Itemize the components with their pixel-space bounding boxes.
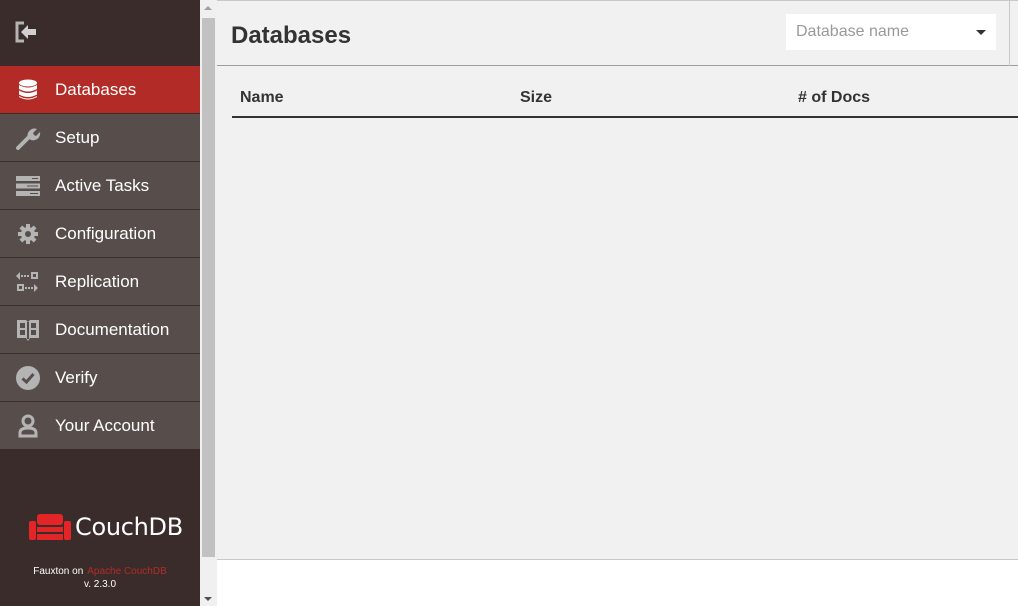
version-label: v. 2.3.0: [83, 579, 117, 590]
sidebar-item-label: Replication: [55, 271, 140, 291]
user-icon: [0, 414, 55, 438]
footer-pane: [217, 559, 1018, 606]
server-icon: [0, 175, 55, 197]
sidebar-item-documentation[interactable]: Documentation: [0, 306, 200, 354]
sign-out-icon: [15, 21, 36, 43]
sidebar-item-label: Configuration: [55, 223, 157, 243]
sidebar-item-label: Active Tasks: [55, 175, 150, 195]
sidebar-item-active-tasks[interactable]: Active Tasks: [0, 162, 200, 210]
sidebar-item-label: Databases: [55, 79, 137, 99]
header-divider: [1009, 1, 1010, 66]
app: Databases Setup Active Tasks Configurati…: [0, 0, 1018, 606]
main-content: Databases Database name Name Size # of D…: [217, 0, 1018, 606]
column-header-size[interactable]: Size: [520, 89, 552, 107]
databases-table-header: Name Size # of Docs: [232, 86, 1018, 118]
sidebar-item-verify[interactable]: Verify: [0, 354, 200, 402]
sidebar-scrollbar[interactable]: [200, 0, 217, 606]
column-header-docs[interactable]: # of Docs: [798, 89, 870, 107]
sidebar-item-label: Verify: [55, 367, 98, 387]
wrench-icon: [0, 125, 55, 151]
sidebar-item-label: Setup: [55, 127, 100, 147]
column-header-name[interactable]: Name: [240, 89, 284, 107]
sidebar-item-your-account[interactable]: Your Account: [0, 402, 200, 450]
apache-couchdb-link[interactable]: Apache CouchDB: [87, 566, 167, 577]
sidebar-item-label: Your Account: [55, 415, 155, 435]
check-circle-icon: [0, 365, 55, 390]
sidebar-item-databases[interactable]: Databases: [0, 66, 200, 114]
sidebar-nav: Databases Setup Active Tasks Configurati…: [0, 66, 200, 450]
page-title: Databases: [231, 22, 352, 49]
sidebar: Databases Setup Active Tasks Configurati…: [0, 0, 200, 606]
scrollbar-thumb[interactable]: [202, 18, 215, 557]
scroll-up-arrow-icon[interactable]: [204, 6, 212, 10]
collapse-sidebar-button[interactable]: [14, 21, 42, 45]
sidebar-item-configuration[interactable]: Configuration: [0, 210, 200, 258]
database-icon: [0, 79, 55, 101]
replication-icon: [0, 271, 55, 293]
sidebar-item-setup[interactable]: Setup: [0, 114, 200, 162]
sidebar-item-label: Documentation: [55, 319, 170, 339]
footer-prefix: Fauxton on: [33, 566, 84, 577]
gear-icon: [0, 223, 55, 245]
book-icon: [0, 318, 55, 342]
couch-icon: [29, 514, 71, 540]
sidebar-item-replication[interactable]: Replication: [0, 258, 200, 306]
sidebar-header: [0, 0, 200, 66]
logo-text: CouchDB: [75, 513, 183, 541]
sidebar-footer: Fauxton on Apache CouchDB v. 2.3.0: [0, 565, 200, 591]
page-header: Databases Database name: [217, 0, 1018, 66]
database-name-select[interactable]: Database name: [786, 14, 996, 50]
couchdb-logo[interactable]: CouchDB: [29, 512, 183, 542]
scroll-down-arrow-icon[interactable]: [204, 597, 212, 601]
database-name-placeholder: Database name: [796, 23, 909, 40]
caret-down-icon: [976, 29, 986, 35]
